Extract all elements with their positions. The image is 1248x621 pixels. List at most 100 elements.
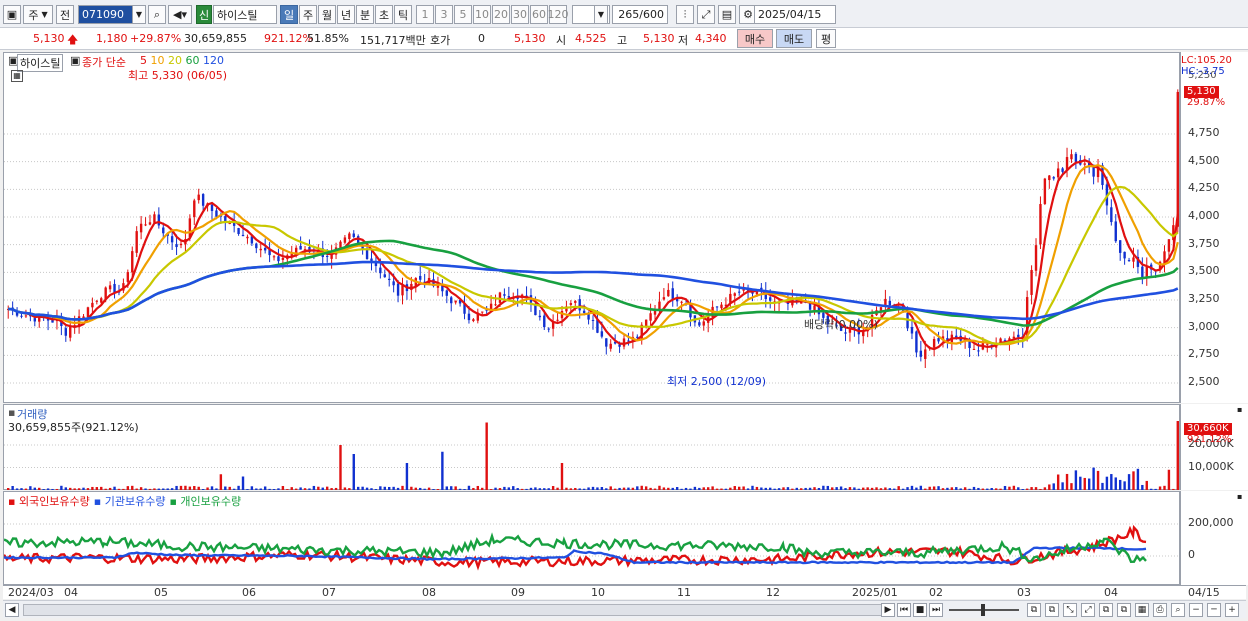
scroll-thumb[interactable] — [24, 605, 882, 615]
volume-bar — [343, 487, 347, 490]
candle-body — [1110, 207, 1113, 223]
shrink-icon[interactable]: ⤢ — [1081, 603, 1095, 617]
volume-bar — [857, 488, 861, 490]
x-axis-label: 07 — [322, 586, 336, 599]
scroll-track[interactable] — [23, 604, 882, 616]
price-chart-panel[interactable]: ▣ 하이스틸 ▣ 종가 단순 5 10 20 60 120 최고 5,330 (… — [3, 52, 1181, 404]
volume-bar — [277, 488, 280, 490]
volume-bar — [1145, 480, 1148, 490]
collapse-icon[interactable]: ▣ — [70, 54, 80, 67]
zoom-in-icon[interactable]: + — [1225, 603, 1239, 617]
candle-body — [1017, 334, 1020, 338]
interval-dropdown-icon[interactable]: ▼ — [594, 5, 608, 24]
volume-panel[interactable]: ▪ 거래량 30,659,855주(921.12%) — [3, 404, 1181, 491]
volume-bar — [915, 487, 918, 490]
interval-120[interactable]: 120 — [548, 5, 569, 24]
buy-button[interactable]: 매수 — [737, 29, 773, 48]
candle-body — [1039, 204, 1042, 245]
zoom-out-icon[interactable]: − — [1189, 603, 1203, 617]
search-icon[interactable]: ⌕ — [148, 5, 166, 24]
split-icon[interactable]: ⧉ — [1045, 603, 1059, 617]
candle-type-icon[interactable]: ⫶ — [676, 5, 694, 24]
x-axis-label: 04 — [64, 586, 78, 599]
volume-bar — [450, 486, 453, 490]
volume-bar — [1052, 483, 1055, 490]
zoom-slider[interactable] — [949, 604, 1019, 616]
volume-bar — [981, 488, 985, 490]
candle-body — [153, 214, 156, 223]
volume-bar — [1163, 485, 1166, 490]
code-dropdown-icon[interactable]: ▼ — [132, 5, 146, 24]
sell-button[interactable]: 매도 — [776, 29, 812, 48]
interval-3[interactable]: 3 — [435, 5, 453, 24]
table-icon[interactable]: ▦ — [11, 70, 23, 82]
volume-bar — [458, 488, 462, 490]
prev-button[interactable]: 전 — [56, 5, 74, 24]
timeframe-1[interactable]: 일 — [280, 5, 298, 24]
volume-bar — [1056, 474, 1060, 490]
stop-icon[interactable]: ■ — [913, 603, 927, 617]
volume-bar — [365, 487, 369, 490]
candle-body — [272, 256, 276, 258]
volume-bar — [910, 485, 914, 490]
window-icon[interactable]: ▣ — [3, 5, 21, 24]
rewind-icon[interactable]: ⏮ — [897, 603, 911, 617]
volume-chart[interactable] — [4, 405, 1181, 491]
timeframe-2[interactable]: 주 — [299, 5, 317, 24]
high-label: 고 — [617, 34, 628, 47]
volume-bar — [201, 489, 205, 490]
volume-bar — [246, 489, 249, 490]
timeframe-3[interactable]: 월 — [318, 5, 336, 24]
copy-icon[interactable]: ⧉ — [1117, 603, 1131, 617]
zoom-icon[interactable]: ⌕ — [1171, 603, 1185, 617]
sound-icon[interactable]: ◀▾ — [168, 5, 192, 24]
interval-1[interactable]: 1 — [416, 5, 434, 24]
interval-20[interactable]: 20 — [492, 5, 510, 24]
stock-name-field[interactable]: 하이스틸 — [213, 5, 277, 24]
save-icon[interactable]: ▤ — [718, 5, 736, 24]
timeframe-4[interactable]: 년 — [337, 5, 355, 24]
interval-5[interactable]: 5 — [454, 5, 472, 24]
holdings-close-icon[interactable]: ▪ — [1237, 492, 1242, 501]
interval-60[interactable]: 60 — [530, 5, 548, 24]
image-icon[interactable]: ▦ — [1135, 603, 1149, 617]
fast-forward-icon[interactable]: ⏭ — [929, 603, 943, 617]
price-chart[interactable] — [4, 53, 1181, 404]
holding-tick: 0 — [1188, 548, 1195, 561]
scroll-left-icon[interactable]: ◀ — [5, 603, 19, 617]
date-input[interactable]: 2025/04/15 — [754, 5, 836, 24]
scroll-right-icon[interactable]: ▶ — [881, 603, 895, 617]
volume-close-icon[interactable]: ▪ — [1237, 405, 1242, 414]
timeframe-6[interactable]: 초 — [375, 5, 393, 24]
candle-body — [454, 300, 457, 303]
candle-body — [1127, 260, 1131, 262]
candle-body — [543, 315, 546, 328]
volume-bar — [51, 488, 54, 490]
volume-bar — [1034, 487, 1038, 490]
main-toolbar: ▣ 주 ▼ 전 071090 ▼ ⌕ ◀▾ 신 하이스틸 일주월년분초틱 1351… — [0, 0, 1248, 28]
stock-code-input[interactable]: 071090 — [78, 5, 138, 24]
layout-icon[interactable]: ⧉ — [1099, 603, 1113, 617]
volume-bar — [844, 488, 847, 490]
avg-button[interactable]: 평 — [816, 29, 836, 48]
holdings-panel[interactable]: ▪ 외국인보유수량 ▪ 기관보유수량 ▪ 개인보유수량 — [3, 491, 1181, 585]
period-dropdown[interactable]: 주 ▼ — [23, 5, 53, 24]
crosshair-icon[interactable]: ⤢ — [697, 5, 715, 24]
expand-icon[interactable]: ⤡ — [1063, 603, 1077, 617]
print-icon[interactable]: ⎙ — [1153, 603, 1167, 617]
low-label: 저 — [678, 34, 689, 47]
interval-30[interactable]: 30 — [511, 5, 529, 24]
reset-icon[interactable]: ─ — [1207, 603, 1221, 617]
view-icon[interactable]: ⧉ — [1027, 603, 1041, 617]
timeframe-5[interactable]: 분 — [356, 5, 374, 24]
volume-bar — [986, 488, 989, 490]
volume-bar — [622, 487, 626, 490]
volume-bar — [1127, 474, 1131, 490]
interval-10[interactable]: 10 — [473, 5, 491, 24]
candle-body — [126, 272, 130, 282]
bar-count-field[interactable]: 265/600 — [612, 5, 668, 24]
timeframe-7[interactable]: 틱 — [394, 5, 412, 24]
x-axis-label: 05 — [154, 586, 168, 599]
candle-body — [915, 331, 918, 353]
volume-bar — [1110, 474, 1113, 490]
